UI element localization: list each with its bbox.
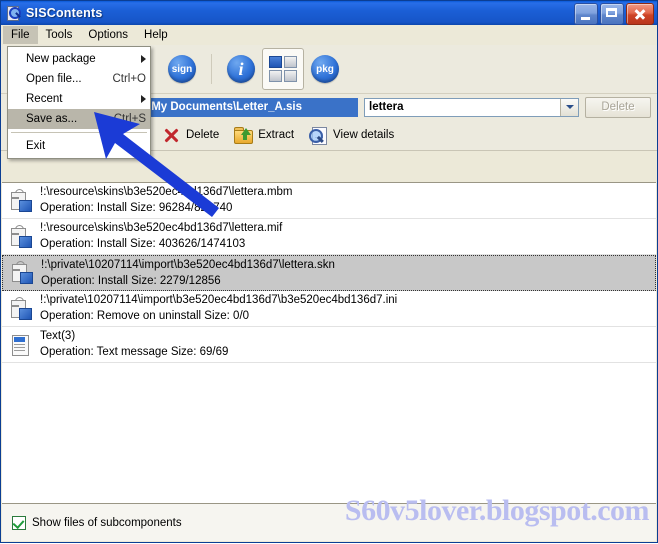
row-title: !:\resource\skins\b3e520ec4bd136d7\lette…	[40, 186, 293, 198]
menu-item-label: Open file...	[26, 73, 82, 85]
maximize-button[interactable]	[600, 3, 624, 25]
delete-component-button[interactable]: Delete	[585, 96, 651, 118]
menu-help[interactable]: Help	[136, 26, 176, 44]
delete-action-label: Delete	[186, 129, 220, 141]
title-bar: SISContents	[1, 1, 657, 25]
menu-options[interactable]: Options	[80, 26, 136, 44]
row-title: !:\private\10207114\import\b3e520ec4bd13…	[41, 258, 335, 271]
extract-action[interactable]: Extract	[233, 125, 294, 145]
row-subtitle: Operation: Remove on uninstall Size: 0/0	[40, 310, 250, 322]
menu-item-open-file[interactable]: Open file... Ctrl+O	[8, 69, 150, 89]
pkg-icon: pkg	[311, 55, 339, 83]
text-message-icon	[10, 333, 32, 357]
menu-item-new-package[interactable]: New package	[8, 49, 150, 69]
view-details-action[interactable]: View details	[308, 125, 394, 145]
info-icon: i	[227, 55, 255, 83]
folder-extract-icon	[233, 125, 254, 145]
table-row[interactable]: !:\resource\skins\b3e520ec4bd136d7\lette…	[2, 219, 656, 255]
view-details-action-label: View details	[333, 129, 395, 141]
sign-icon: sign	[168, 55, 196, 83]
menu-item-accel: Ctrl+O	[112, 73, 146, 85]
close-button[interactable]	[626, 3, 654, 25]
grid-icon	[269, 56, 297, 82]
minimize-button[interactable]	[574, 3, 598, 25]
window-title: SISContents	[26, 6, 103, 20]
table-row[interactable]: !:\private\10207114\import\b3e520ec4bd13…	[2, 255, 656, 291]
table-row[interactable]: !:\private\10207114\import\b3e520ec4bd13…	[2, 291, 656, 327]
magnifier-page-icon	[308, 125, 328, 145]
table-row[interactable]: Text(3) Operation: Text message Size: 69…	[2, 327, 656, 363]
contents-list[interactable]: !:\resource\skins\b3e520ec4bd136d7\lette…	[2, 182, 656, 504]
window-controls	[574, 3, 654, 25]
menu-item-label: Exit	[26, 140, 46, 152]
contents-button[interactable]	[262, 48, 304, 90]
component-combo-value: lettera	[369, 101, 404, 113]
file-menu-popup[interactable]: New package Open file... Ctrl+O Recent S…	[7, 46, 151, 159]
chevron-right-icon	[141, 55, 146, 63]
row-subtitle: Operation: Install Size: 2279/12856	[41, 274, 221, 287]
menu-item-recent[interactable]: Recent	[8, 89, 150, 109]
chevron-right-icon	[141, 95, 146, 103]
menu-item-exit[interactable]: Exit	[8, 136, 150, 156]
menu-item-label: New package	[26, 53, 96, 65]
show-subcomponents-label: Show files of subcomponents	[32, 516, 182, 529]
menu-bar: File Tools Options Help	[1, 25, 657, 45]
row-title: !:\private\10207114\import\b3e520ec4bd13…	[40, 294, 398, 306]
toolbar-separator	[211, 54, 212, 84]
package-file-icon	[11, 261, 33, 285]
menu-item-label: Recent	[26, 93, 63, 105]
chevron-down-icon[interactable]	[560, 98, 578, 116]
package-file-icon	[10, 224, 32, 249]
component-combo[interactable]: lettera	[364, 97, 579, 117]
file-path-field[interactable]: \My Documents\Letter_A.sis	[143, 97, 358, 117]
extract-action-label: Extract	[258, 129, 295, 141]
table-row[interactable]: !:\resource\skins\b3e520ec4bd136d7\lette…	[2, 183, 656, 219]
menu-item-label: Save as...	[26, 113, 78, 125]
pkg-button[interactable]: pkg	[304, 48, 346, 90]
menu-item-accel: Ctrl+S	[113, 113, 146, 125]
package-file-icon	[10, 188, 32, 213]
row-title: !:\resource\skins\b3e520ec4bd136d7\lette…	[40, 222, 283, 234]
application-window: SISContents File Tools Options Help sign…	[0, 0, 658, 543]
menu-item-save-as[interactable]: Save as... Ctrl+S	[8, 109, 150, 129]
show-subcomponents-checkbox[interactable]	[12, 515, 26, 530]
row-subtitle: Operation: Install Size: 403626/1474103	[40, 238, 246, 250]
info-button[interactable]: i	[220, 48, 262, 90]
sign-button[interactable]: sign	[161, 48, 203, 90]
package-file-icon	[10, 296, 32, 321]
menu-tools[interactable]: Tools	[38, 26, 81, 44]
menu-file[interactable]: File	[3, 25, 38, 44]
row-subtitle: Operation: Text message Size: 69/69	[40, 346, 229, 358]
delete-action[interactable]: Delete	[161, 125, 219, 145]
sis-document-icon	[5, 5, 21, 21]
row-title: Text(3)	[40, 330, 76, 342]
watermark-text: S60v5lover.blogspot.com	[344, 494, 650, 527]
row-subtitle: Operation: Install Size: 96284/829740	[40, 202, 233, 214]
red-x-icon	[161, 125, 181, 145]
menu-separator	[11, 132, 147, 133]
